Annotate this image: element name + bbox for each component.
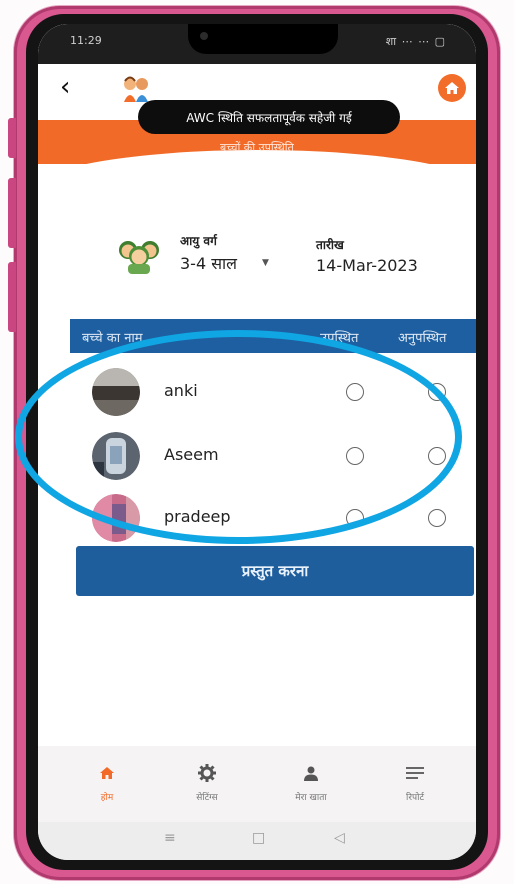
child-name: anki <box>164 381 198 400</box>
front-camera <box>200 32 208 40</box>
status-time: 11:29 <box>70 34 102 47</box>
absent-radio[interactable] <box>428 509 446 527</box>
nav-account-label: मेरा खाता <box>295 793 327 803</box>
avatar <box>92 432 140 480</box>
bottom-navigation: होम सेटिंग्स मेरा खाता रिपोर्ट <box>38 746 476 826</box>
gear-icon <box>198 764 216 782</box>
absent-radio[interactable] <box>428 447 446 465</box>
nav-home-label: होम <box>100 793 114 803</box>
column-header-absent: अनुपस्थित <box>398 331 447 346</box>
age-group-select[interactable]: 3-4 साल <box>180 252 237 274</box>
phone-notch <box>188 24 338 54</box>
table-row: Aseem <box>70 428 476 484</box>
table-row: pradeep <box>70 490 476 546</box>
back-arrow-icon[interactable]: ‹ <box>60 72 70 102</box>
nav-account[interactable]: मेरा खाता <box>266 762 356 803</box>
header-curve <box>38 150 476 220</box>
present-radio[interactable] <box>346 447 364 465</box>
home-icon <box>100 767 114 779</box>
nav-report-label: रिपोर्ट <box>406 793 424 803</box>
children-group-icon <box>119 241 159 274</box>
absent-radio[interactable] <box>428 383 446 401</box>
back-triangle-icon[interactable]: ◁ <box>334 830 345 846</box>
list-icon <box>406 767 424 779</box>
phone-screen: 11:29 शा ⋯ ⋯ ▢ ‹ बच्चों की उपस्थिति AWC … <box>38 24 476 860</box>
attendance-table-header: बच्चे का नाम उपस्थित अनुपस्थित <box>70 319 476 353</box>
column-header-present: उपस्थित <box>320 331 359 346</box>
stage: 11:29 शा ⋯ ⋯ ▢ ‹ बच्चों की उपस्थिति AWC … <box>0 0 514 884</box>
child-name: pradeep <box>164 507 231 526</box>
home-button-icon[interactable]: □ <box>252 830 265 846</box>
submit-button[interactable]: प्रस्तुत करना <box>76 546 474 596</box>
success-toast: AWC स्थिति सफलतापूर्वक सहेजी गई <box>138 100 400 134</box>
age-group-label: आयु वर्ग <box>180 234 217 248</box>
home-shortcut-button[interactable] <box>438 74 466 102</box>
present-radio[interactable] <box>346 509 364 527</box>
home-icon <box>445 82 459 94</box>
caret-down-icon[interactable]: ▼ <box>262 258 269 268</box>
phone-side-button <box>8 118 16 158</box>
date-label: तारीख <box>316 238 344 252</box>
avatar <box>92 368 140 416</box>
date-field[interactable]: 14-Mar-2023 <box>316 256 418 275</box>
nav-settings-label: सेटिंग्स <box>196 793 218 803</box>
user-icon <box>304 766 318 781</box>
phone-volume-up-button <box>8 178 16 248</box>
filter-row: आयु वर्ग 3-4 साल ▼ तारीख 14-Mar-2023 <box>108 230 428 290</box>
avatar <box>92 494 140 542</box>
recent-apps-icon[interactable]: ≡ <box>164 830 176 846</box>
system-navigation-bar: ≡ □ ◁ <box>38 822 476 860</box>
column-header-name: बच्चे का नाम <box>82 331 143 346</box>
nav-settings[interactable]: सेटिंग्स <box>162 762 252 803</box>
nav-home[interactable]: होम <box>62 762 152 803</box>
app-logo-icon <box>124 76 148 102</box>
nav-report[interactable]: रिपोर्ट <box>370 762 460 803</box>
page-title: बच्चों की उपस्थिति <box>220 141 294 154</box>
app-header: 11:29 शा ⋯ ⋯ ▢ ‹ बच्चों की उपस्थिति AWC … <box>38 24 476 220</box>
status-indicators: शा ⋯ ⋯ ▢ <box>385 35 446 48</box>
present-radio[interactable] <box>346 383 364 401</box>
phone-volume-down-button <box>8 262 16 332</box>
child-name: Aseem <box>164 445 219 464</box>
table-row: anki <box>70 364 476 420</box>
